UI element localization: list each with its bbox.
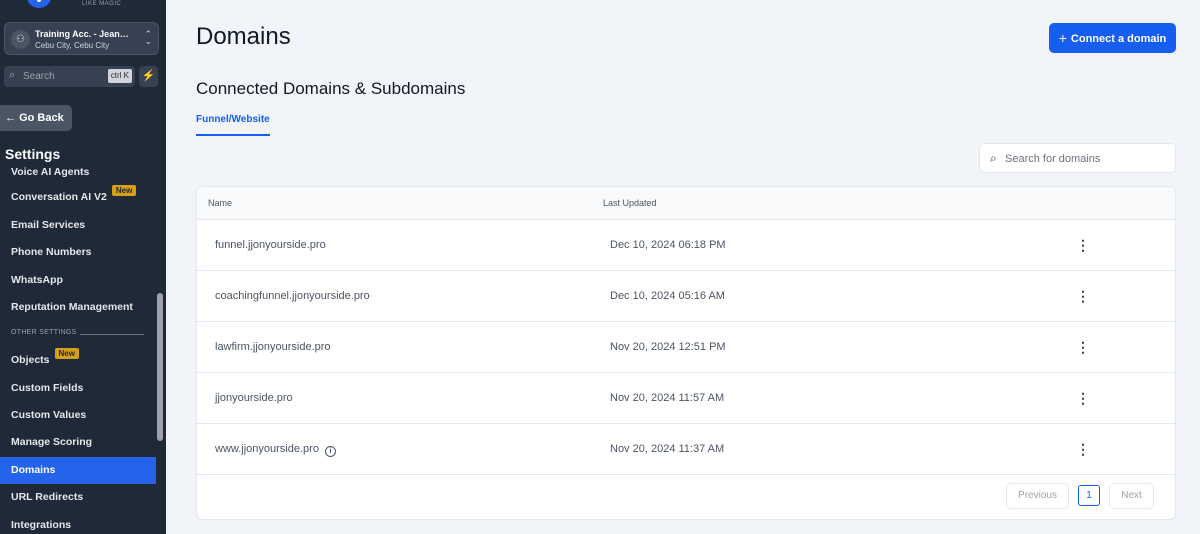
sidebar-item-label: Domains: [11, 464, 56, 476]
section-label-other-settings: OTHER SETTINGS: [11, 329, 77, 336]
table-row[interactable]: www.jjonyourside.pro i Nov 20, 2024 11:37…: [197, 424, 1175, 475]
sidebar-item-label: Conversation AI V2: [11, 191, 107, 203]
sidebar-item-label: Custom Fields: [11, 382, 84, 394]
sidebar-item-custom-fields[interactable]: Custom Fields: [0, 375, 156, 402]
sidebar-item-label: Email Services: [11, 219, 86, 231]
settings-nav: Voice AI Agents Conversation AI V2 New Em…: [0, 163, 156, 534]
account-switcher[interactable]: ⚇ Training Acc. - Jean… Cebu City, Cebu …: [4, 22, 159, 55]
more-vertical-icon[interactable]: ⋮: [1075, 387, 1091, 409]
sidebar: LIKE MAGIC ⚇ Training Acc. - Jean… Cebu …: [0, 0, 166, 534]
section-title: Connected Domains & Subdomains: [196, 79, 466, 98]
go-back-button[interactable]: ← Go Back: [0, 105, 72, 131]
last-updated: Dec 10, 2024 06:18 PM: [610, 239, 726, 251]
more-vertical-icon[interactable]: ⋮: [1075, 438, 1091, 460]
pagination: Previous 1 Next: [197, 475, 1175, 519]
column-header-name[interactable]: Name: [208, 198, 232, 208]
last-updated: Nov 20, 2024 12:51 PM: [610, 341, 726, 353]
last-updated: Dec 10, 2024 05:16 AM: [610, 290, 725, 302]
column-header-last-updated[interactable]: Last Updated: [603, 198, 657, 208]
sidebar-item-label: Voice AI Agents: [11, 166, 90, 178]
domain-name-cell: www.jjonyourside.pro i: [215, 443, 336, 457]
tab-funnel-website[interactable]: Funnel/Website: [196, 114, 270, 136]
connect-domain-label: Connect a domain: [1070, 33, 1167, 45]
brand-logo[interactable]: [27, 0, 51, 8]
previous-page-button[interactable]: Previous: [1006, 483, 1069, 509]
domain-name: lawfirm.jjonyourside.pro: [215, 341, 331, 353]
domain-name: jjonyourside.pro: [215, 392, 293, 404]
next-page-button[interactable]: Next: [1109, 483, 1154, 509]
main-content: Domains + Connect a domain Connected Doma…: [166, 0, 1200, 534]
location-avatar-icon: ⚇: [11, 30, 30, 49]
sidebar-item-label: WhatsApp: [11, 274, 63, 286]
plus-icon: +: [1058, 30, 1067, 46]
sidebar-item-domains[interactable]: Domains: [0, 457, 156, 484]
domains-table: Name Last Updated funnel.jjonyourside.pr…: [196, 186, 1176, 520]
page-title: Domains: [196, 23, 291, 50]
domain-name: www.jjonyourside.pro: [215, 443, 319, 455]
sidebar-item-manage-scoring[interactable]: Manage Scoring: [0, 429, 156, 456]
new-badge: New: [54, 348, 79, 359]
sidebar-item-label: Custom Values: [11, 409, 87, 421]
sidebar-item-label: Phone Numbers: [11, 246, 92, 258]
sidebar-item-integrations[interactable]: Integrations: [0, 512, 156, 534]
go-back-label: Go Back: [19, 112, 64, 124]
table-row[interactable]: funnel.jjonyourside.pro Dec 10, 2024 06:…: [197, 220, 1175, 271]
search-icon: ⌕: [9, 69, 16, 81]
settings-title: Settings: [5, 146, 61, 162]
sidebar-item-label: Manage Scoring: [11, 436, 93, 448]
sidebar-item-objects[interactable]: Objects New: [0, 347, 156, 374]
table-row[interactable]: lawfirm.jjonyourside.pro Nov 20, 2024 12…: [197, 322, 1175, 373]
account-name: Training Acc. - Jean…: [35, 29, 129, 39]
sidebar-item-phone-numbers[interactable]: Phone Numbers: [0, 239, 156, 266]
sidebar-scrollbar[interactable]: [157, 293, 163, 441]
connect-domain-button[interactable]: + Connect a domain: [1049, 23, 1176, 53]
domain-name: funnel.jjonyourside.pro: [215, 239, 326, 251]
sidebar-item-reputation-management[interactable]: Reputation Management: [0, 294, 156, 321]
sidebar-search-placeholder: Search: [23, 71, 55, 82]
sidebar-item-voice-ai-agents[interactable]: Voice AI Agents: [0, 163, 156, 186]
bolt-icon[interactable]: ⚡: [139, 66, 158, 87]
last-updated: Nov 20, 2024 11:57 AM: [610, 392, 725, 404]
domain-search[interactable]: ⌕: [979, 143, 1176, 173]
domain-name: coachingfunnel.jjonyourside.pro: [215, 290, 370, 302]
sidebar-item-label: Reputation Management: [11, 301, 133, 313]
brand-tagline: LIKE MAGIC: [82, 1, 122, 7]
new-badge: New: [111, 185, 137, 196]
sidebar-search[interactable]: ⌕ Search ctrl K: [4, 66, 135, 87]
more-vertical-icon[interactable]: ⋮: [1075, 234, 1091, 256]
domain-search-input[interactable]: [1005, 150, 1170, 167]
page-number[interactable]: 1: [1078, 485, 1100, 506]
info-icon[interactable]: i: [324, 446, 336, 457]
more-vertical-icon[interactable]: ⋮: [1075, 285, 1091, 307]
sidebar-item-whatsapp[interactable]: WhatsApp: [0, 267, 156, 294]
last-updated: Nov 20, 2024 11:37 AM: [610, 443, 725, 455]
table-header: Name Last Updated: [197, 187, 1175, 220]
account-location: Cebu City, Cebu City: [35, 41, 110, 50]
chevron-up-down-icon: ⌃ ⌄: [144, 29, 152, 46]
sidebar-item-custom-values[interactable]: Custom Values: [0, 402, 156, 429]
sidebar-item-email-services[interactable]: Email Services: [0, 212, 156, 239]
table-row[interactable]: coachingfunnel.jjonyourside.pro Dec 10, …: [197, 271, 1175, 322]
table-row[interactable]: jjonyourside.pro Nov 20, 2024 11:57 AM ⋮: [197, 373, 1175, 424]
search-icon: ⌕: [990, 151, 997, 165]
sidebar-item-label: Objects: [11, 354, 50, 366]
sidebar-item-label: Integrations: [11, 519, 72, 531]
sidebar-item-url-redirects[interactable]: URL Redirects: [0, 484, 156, 511]
more-vertical-icon[interactable]: ⋮: [1075, 336, 1091, 358]
sidebar-item-label: URL Redirects: [11, 491, 84, 503]
section-divider: [80, 334, 144, 335]
search-shortcut-badge: ctrl K: [107, 69, 132, 83]
sidebar-item-conversation-ai-v2[interactable]: Conversation AI V2 New: [0, 184, 156, 211]
